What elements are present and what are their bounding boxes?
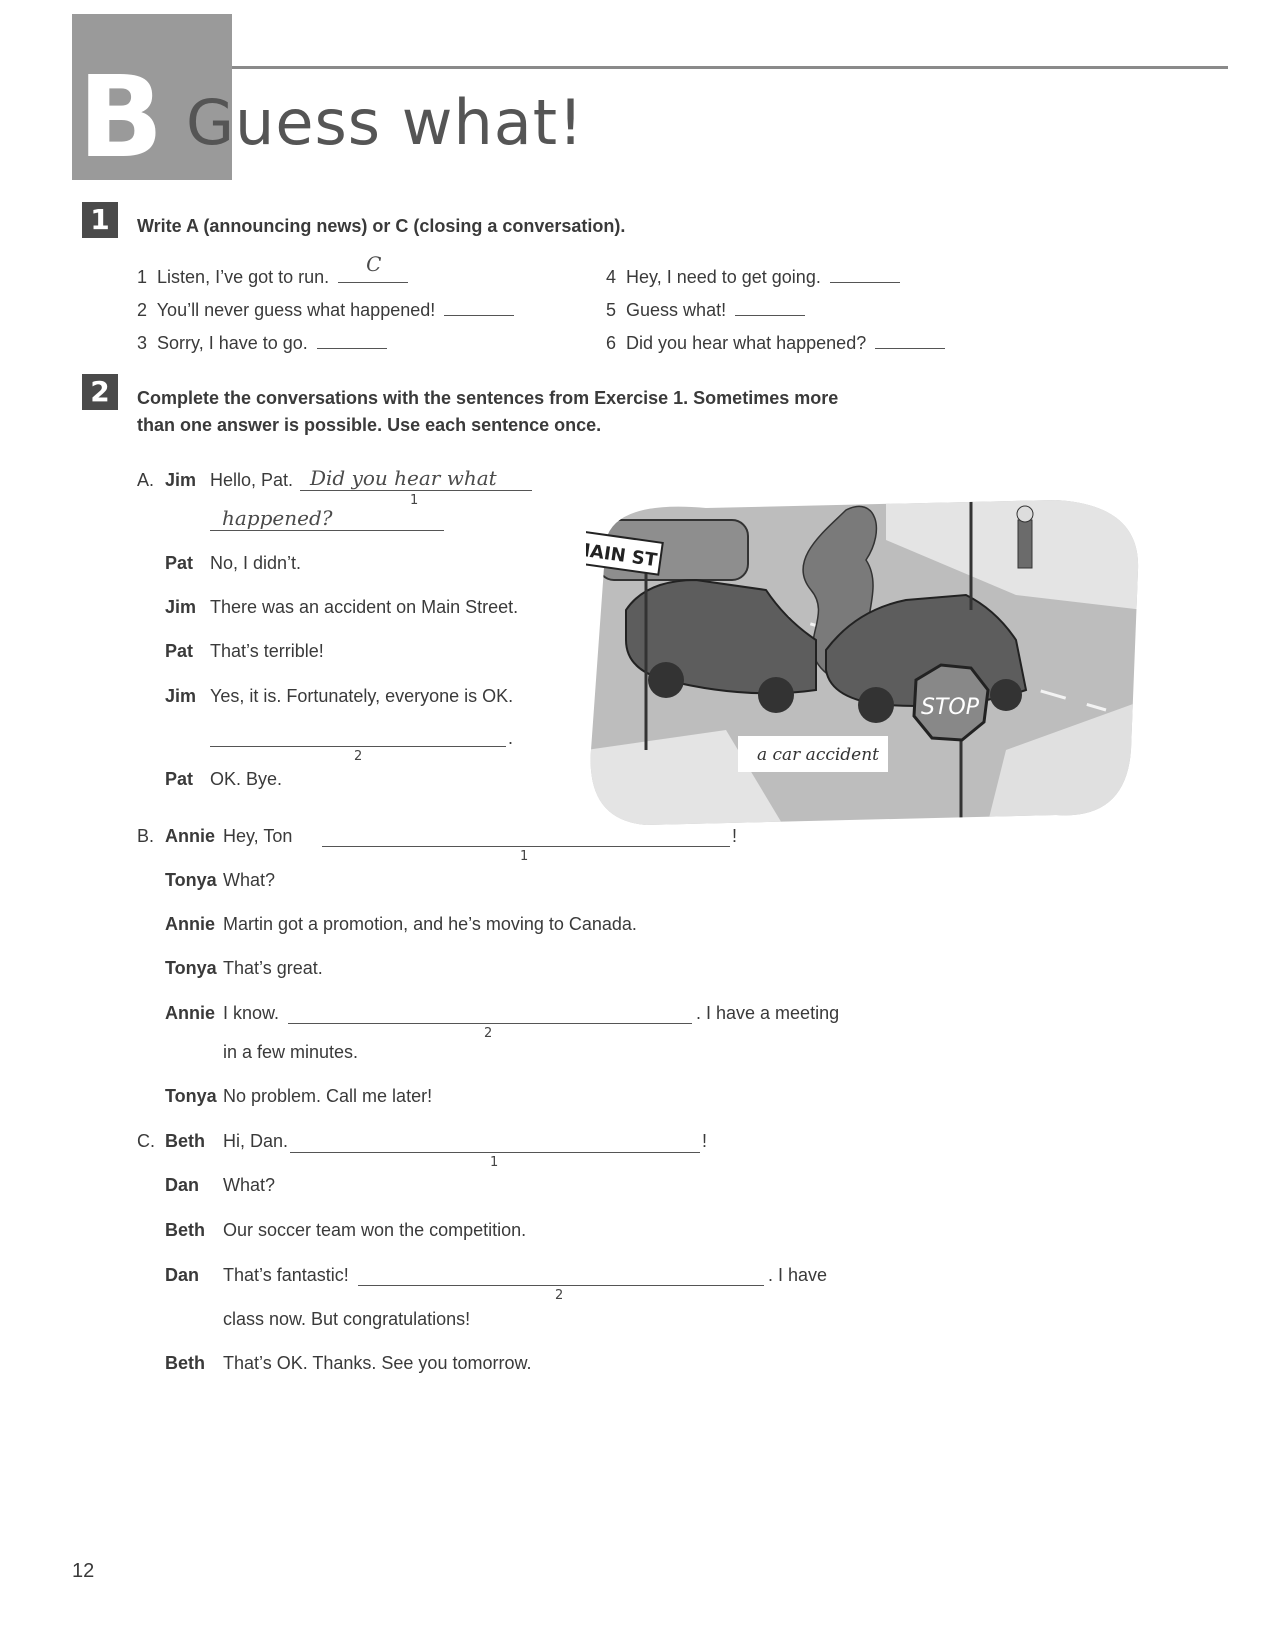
conv-c-answer-field-1[interactable]: [290, 1152, 700, 1153]
handwritten-answer-line1: Did you hear what: [310, 466, 497, 490]
blank-number: 1: [490, 1155, 499, 1170]
dialogue-line: That’s terrible!: [210, 641, 324, 661]
exercise-2-instruction-line1: Complete the conversations with the sent…: [137, 388, 839, 408]
conv-c-answer-field-2[interactable]: [358, 1285, 764, 1286]
dialogue-line: I know.: [223, 1003, 280, 1023]
dialogue-line: What?: [223, 870, 276, 890]
ex1-answer-field-6[interactable]: [875, 328, 946, 349]
blank-number: 1: [410, 493, 419, 508]
conversation-c-label: C.: [137, 1131, 155, 1151]
car-accident-illustration: MAIN ST STOP a car accident: [566, 500, 1144, 830]
page-title: Guess what!: [186, 86, 584, 159]
speaker-tonya: Tonya: [165, 870, 217, 890]
header-rule: [232, 66, 1228, 69]
speaker-jim: Jim: [165, 470, 197, 490]
speaker-beth: Beth: [165, 1220, 205, 1240]
ex1-item-num: 1: [137, 267, 148, 287]
section-letter: B: [78, 53, 164, 183]
blank-number: 1: [520, 849, 529, 864]
speaker-pat: Pat: [165, 769, 194, 789]
exercise-2-badge: 2: [82, 374, 118, 410]
ex1-item-text: Sorry, I have to go.: [157, 333, 308, 353]
handwritten-answer-line2: happened?: [222, 506, 333, 530]
ex1-answer-field-5[interactable]: [735, 295, 806, 316]
ex1-item-num: 2: [137, 300, 148, 320]
ex1-item-text: Did you hear what happened?: [626, 333, 867, 353]
dialogue-line-cont: in a few minutes.: [223, 1042, 359, 1062]
sentence-end: . I have a meeting: [696, 1003, 840, 1023]
dialogue-line: That’s great.: [223, 958, 323, 978]
ex1-item-1: 1 Listen, I’ve got to run. C: [137, 252, 409, 288]
dialogue-line: Martin got a promotion, and he’s moving …: [223, 914, 637, 934]
speaker-annie: Annie: [165, 826, 216, 846]
exercise-1-instruction: Write A (announcing news) or C (closing …: [137, 216, 626, 236]
exercise-1-badge: 1: [82, 202, 118, 238]
ex1-item-num: 4: [606, 267, 617, 287]
sentence-end: . I have: [768, 1265, 828, 1285]
blank-number: 2: [354, 749, 363, 764]
speaker-beth: Beth: [165, 1353, 205, 1373]
dialogue-line: Our soccer team won the competition.: [223, 1220, 527, 1240]
speaker-tonya: Tonya: [165, 958, 217, 978]
dialogue-line: That’s OK. Thanks. See you tomorrow.: [223, 1353, 532, 1373]
conversation-b-label: B.: [137, 826, 155, 846]
ex1-item-2: 2 You’ll never guess what happened!: [137, 295, 515, 321]
ex1-item-5: 5 Guess what!: [606, 295, 806, 321]
conversation-a-label: A.: [137, 470, 155, 490]
dialogue-line: What?: [223, 1175, 276, 1195]
ex1-item-4: 4 Hey, I need to get going.: [606, 262, 900, 288]
dialogue-line: OK. Bye.: [210, 769, 283, 789]
ex1-answer-field-4[interactable]: [829, 262, 900, 283]
blank-number: 2: [484, 1026, 493, 1041]
conv-b-answer-field-2[interactable]: [288, 1023, 692, 1024]
sentence-end: .: [508, 728, 514, 748]
dialogue-line: No problem. Call me later!: [223, 1086, 433, 1106]
ex1-answer-field-2[interactable]: [444, 295, 515, 316]
conv-a-answer-field-1[interactable]: [300, 490, 532, 491]
dialogue-line-cont: class now. But congratulations!: [223, 1309, 471, 1329]
ex1-item-num: 5: [606, 300, 617, 320]
conv-a-answer-field-1-cont[interactable]: [210, 530, 444, 531]
ex1-answer-field-1[interactable]: C: [338, 252, 409, 283]
sentence-end: !: [702, 1131, 708, 1151]
speaker-pat: Pat: [165, 641, 194, 661]
speaker-dan: Dan: [165, 1265, 200, 1285]
ex1-answer-handwritten: C: [366, 252, 382, 276]
conv-b-answer-field-1[interactable]: [322, 846, 730, 847]
dialogue-line: Hello, Pat.: [210, 470, 294, 490]
speaker-annie: Annie: [165, 1003, 216, 1023]
speaker-beth: Beth: [165, 1131, 205, 1151]
ex1-item-text: You’ll never guess what happened!: [156, 300, 436, 320]
ex1-item-6: 6 Did you hear what happened?: [606, 328, 946, 354]
speaker-annie: Annie: [165, 914, 216, 934]
speaker-jim: Jim: [165, 597, 197, 617]
dialogue-line: No, I didn’t.: [210, 553, 302, 573]
blank-number: 2: [555, 1288, 564, 1303]
dialogue-line: There was an accident on Main Street.: [210, 597, 519, 617]
ex1-item-num: 6: [606, 333, 617, 353]
speaker-pat: Pat: [165, 553, 194, 573]
speaker-tonya: Tonya: [165, 1086, 217, 1106]
ex1-item-num: 3: [137, 333, 148, 353]
page-number: 12: [72, 1560, 95, 1582]
illustration-caption: a car accident: [757, 745, 879, 765]
dialogue-line: Hi, Dan.: [223, 1131, 289, 1151]
ex1-item-3: 3 Sorry, I have to go.: [137, 328, 387, 354]
speaker-jim: Jim: [165, 686, 197, 706]
ex1-answer-field-3[interactable]: [316, 328, 387, 349]
ex1-item-text: Guess what!: [626, 300, 727, 320]
exercise-2-instruction-line2: than one answer is possible. Use each se…: [137, 415, 602, 435]
dialogue-line: That’s fantastic!: [223, 1265, 349, 1285]
ex1-item-text: Listen, I’ve got to run.: [157, 267, 330, 287]
dialogue-line: Hey, Ton: [223, 826, 293, 846]
speaker-dan: Dan: [165, 1175, 200, 1195]
conv-a-answer-field-2[interactable]: [210, 746, 506, 747]
car-accident-drawing: MAIN ST STOP a car accident: [566, 500, 1139, 825]
dialogue-line: Yes, it is. Fortunately, everyone is OK.: [210, 686, 514, 706]
ex1-item-text: Hey, I need to get going.: [626, 267, 821, 287]
stop-sign-text: STOP: [921, 695, 980, 720]
sentence-end: !: [732, 826, 738, 846]
